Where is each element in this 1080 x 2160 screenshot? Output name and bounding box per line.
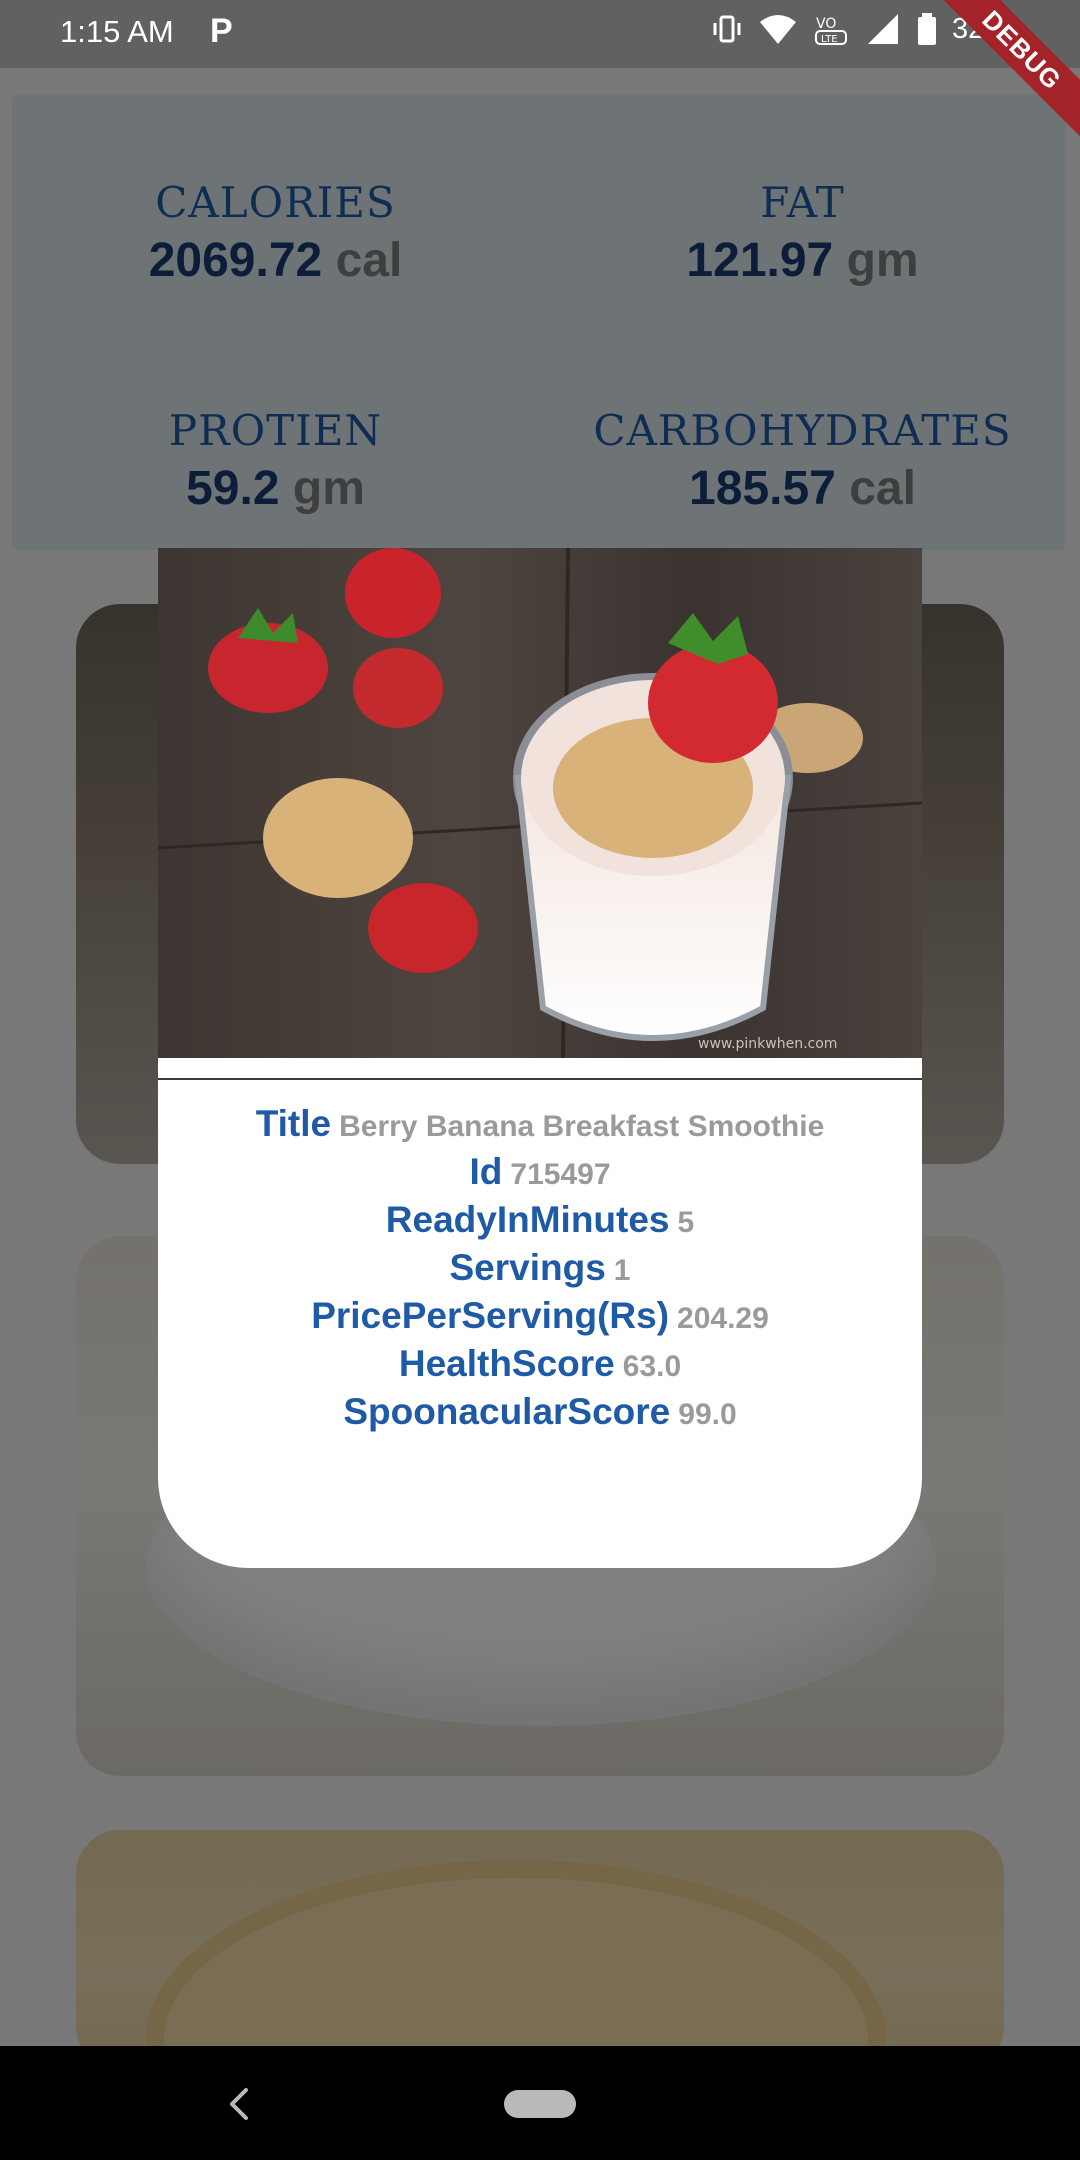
info-label: HealthScore <box>398 1343 615 1384</box>
smoothie-image: www.pinkwhen.com <box>158 548 922 1058</box>
volte-icon: VO LTE <box>812 12 852 46</box>
navigation-bar <box>0 2046 1080 2160</box>
info-value: 5 <box>677 1206 695 1239</box>
status-bar: 1:15 AM P VOLTE 32% <box>0 0 1080 68</box>
info-label: SpoonacularScore <box>343 1391 671 1432</box>
recipe-info-list: Title Berry Banana Breakfast Smoothie Id 7… <box>158 1100 922 1436</box>
svg-text:LTE: LTE <box>821 34 838 45</box>
divider <box>158 1078 922 1080</box>
info-label: PricePerServing(Rs) <box>311 1295 670 1336</box>
info-row-spoonacular-score: SpoonacularScore 99.0 <box>158 1388 922 1436</box>
info-label: Title <box>255 1103 332 1144</box>
info-row-title: Title Berry Banana Breakfast Smoothie <box>158 1100 922 1148</box>
info-row-servings: Servings 1 <box>158 1244 922 1292</box>
status-time: 1:15 AM <box>60 14 174 49</box>
battery-icon <box>916 12 938 46</box>
signal-icon <box>866 12 902 46</box>
wifi-icon <box>758 12 798 46</box>
info-value: Berry Banana Breakfast Smoothie <box>339 1110 825 1143</box>
info-label: ReadyInMinutes <box>385 1199 670 1240</box>
info-value: 63.0 <box>622 1350 682 1383</box>
home-button[interactable] <box>504 2090 576 2118</box>
info-value: 99.0 <box>678 1398 737 1431</box>
info-label: Id <box>469 1151 503 1192</box>
svg-text:VO: VO <box>816 16 836 32</box>
back-icon[interactable] <box>218 2082 258 2126</box>
info-row-id: Id 715497 <box>158 1148 922 1196</box>
photo-watermark: www.pinkwhen.com <box>698 1036 837 1052</box>
info-row-ready-in-minutes: ReadyInMinutes 5 <box>158 1196 922 1244</box>
info-row-health-score: HealthScore 63.0 <box>158 1340 922 1388</box>
recipe-detail-dialog: www.pinkwhen.com Title Berry Banana Break… <box>158 548 922 1568</box>
info-row-price-per-serving: PricePerServing(Rs) 204.29 <box>158 1292 922 1340</box>
app-notification-icon: P <box>210 12 233 50</box>
vibrate-icon <box>710 12 744 46</box>
info-value: 204.29 <box>677 1302 769 1335</box>
recipe-photo: www.pinkwhen.com <box>158 548 922 1058</box>
info-label: Servings <box>449 1247 606 1288</box>
info-value: 1 <box>613 1254 631 1287</box>
info-value: 715497 <box>510 1158 611 1191</box>
